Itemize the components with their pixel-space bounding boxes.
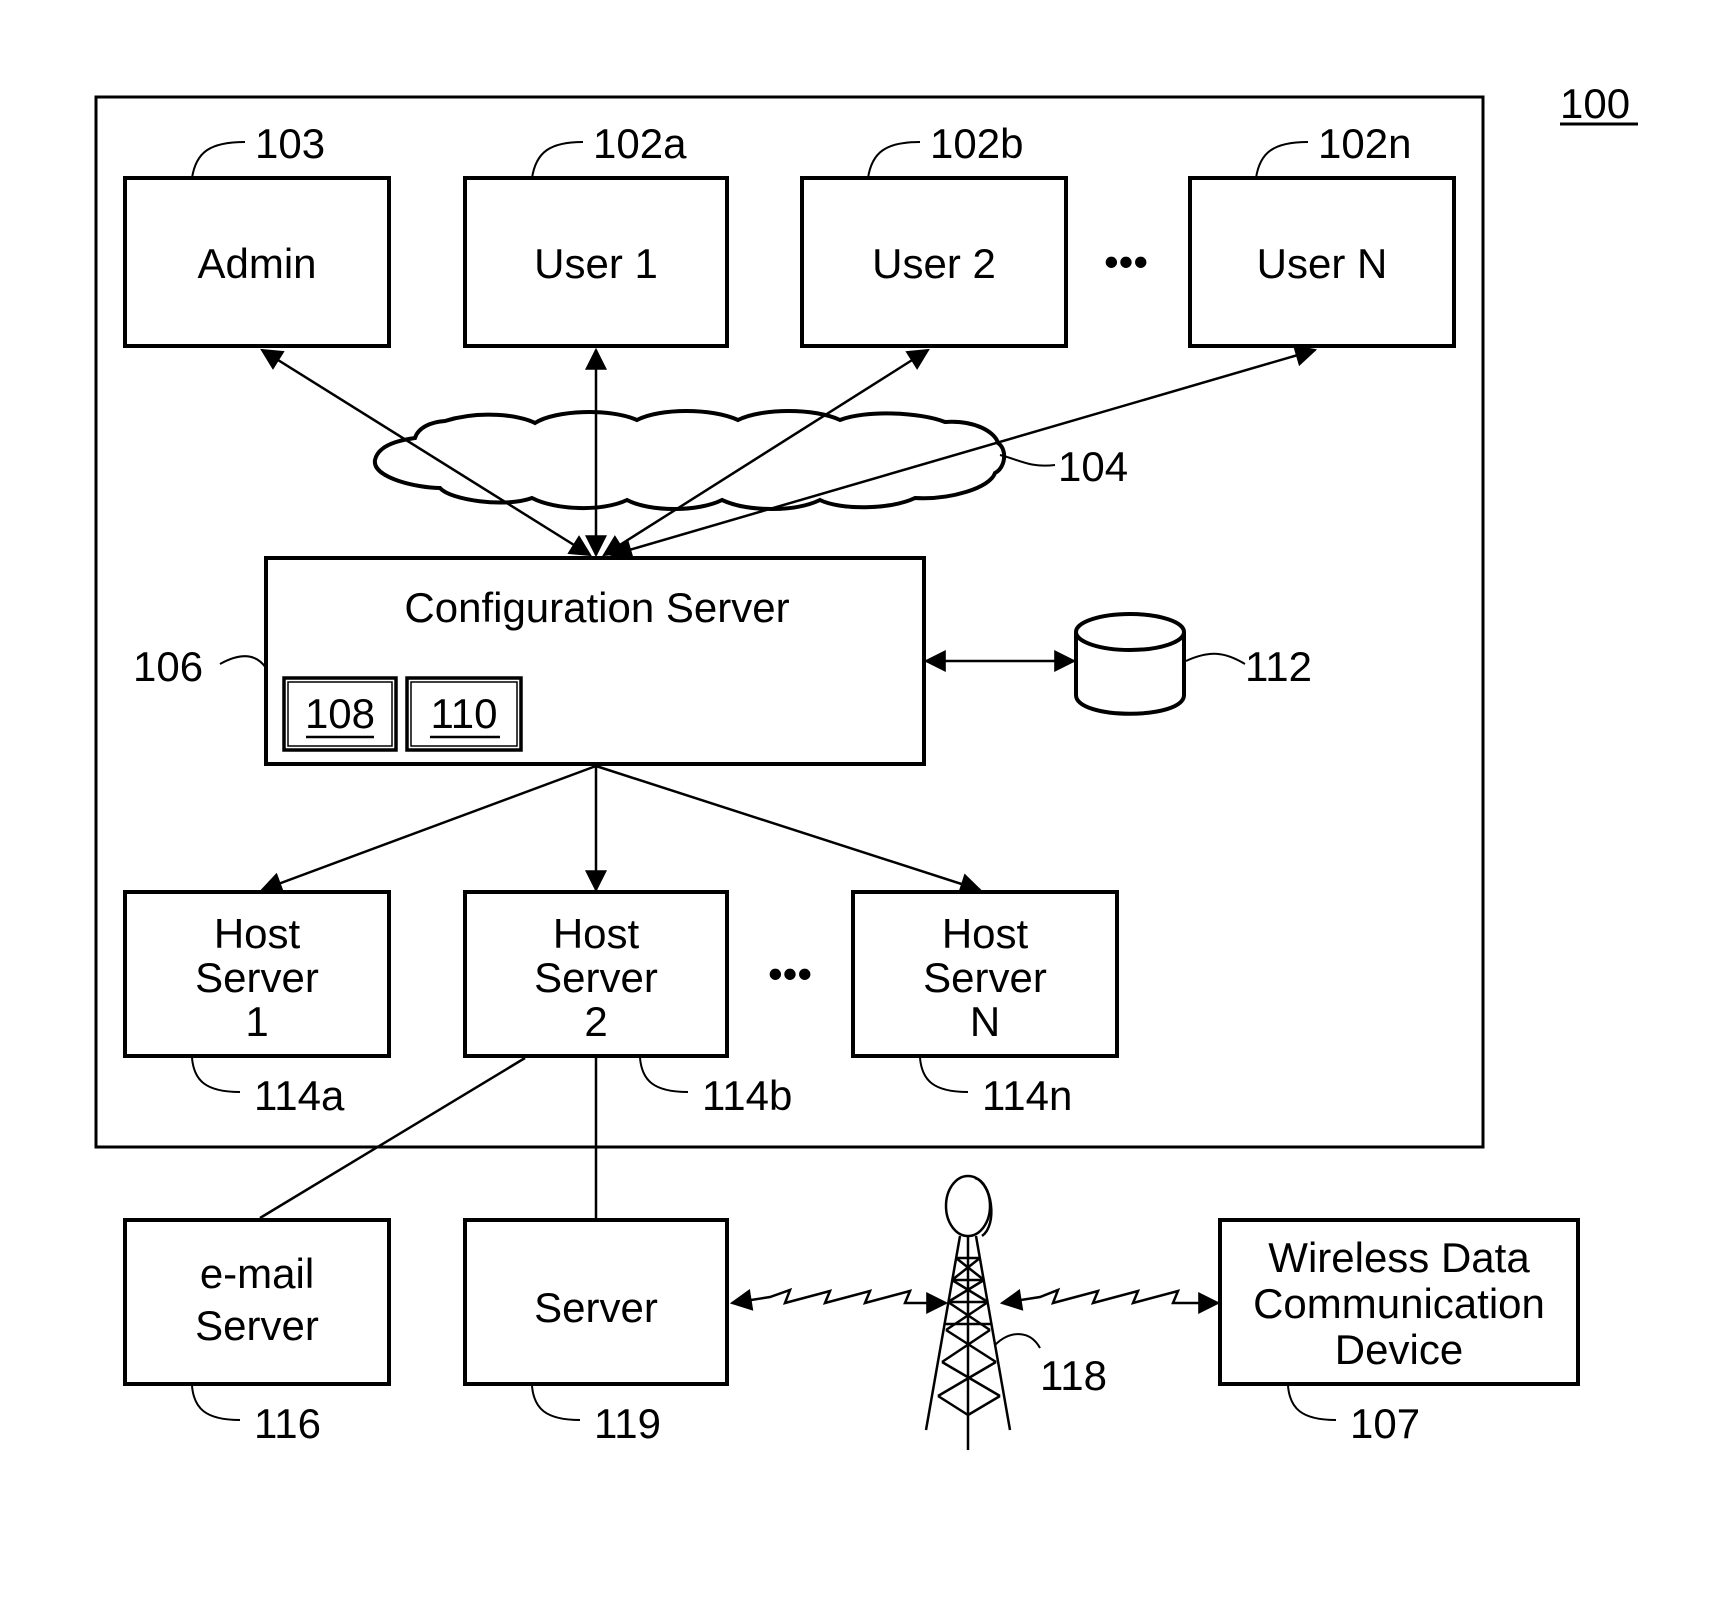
component-110-label: 110 (431, 690, 498, 737)
figure-number: 100 (1560, 80, 1630, 127)
email-leader (191, 1385, 241, 1421)
user1-label: User 1 (534, 240, 658, 287)
system-diagram: 100 Admin 103 User 1 102a User 2 102b ••… (94, 80, 1638, 1450)
email-line2: Server (195, 1302, 319, 1349)
tower-device-wireless-link (999, 1287, 1221, 1314)
configuration-server-node[interactable]: Configuration Server 108 110 (264, 556, 926, 766)
user2-label: User 2 (872, 240, 996, 287)
wireless-device-node[interactable]: Wireless Data Communication Device (1218, 1218, 1580, 1386)
database-ref: 112 (1245, 643, 1312, 690)
database-leader (1185, 652, 1246, 665)
cell-tower-icon (924, 1174, 1012, 1450)
admin-node[interactable]: Admin (123, 176, 391, 348)
userN-ref: 102n (1318, 120, 1411, 167)
user1-node[interactable]: User 1 (463, 176, 729, 348)
host2-line1: Host (553, 910, 640, 957)
host1-line2: Server (195, 954, 319, 1001)
host2-line2: Server (534, 954, 658, 1001)
component-108[interactable]: 108 (282, 676, 398, 752)
network-leader (999, 454, 1056, 467)
hostN-ref: 114n (982, 1072, 1072, 1119)
configuration-server-label: Configuration Server (404, 584, 789, 631)
admin-ref: 103 (255, 120, 325, 167)
network-ref: 104 (1058, 443, 1128, 490)
userN-label: User N (1257, 240, 1388, 287)
host1-leader (191, 1057, 241, 1093)
host-server-N-node[interactable]: Host Server N (851, 890, 1119, 1058)
email-line1: e-mail (200, 1250, 314, 1297)
admin-label: Admin (197, 240, 316, 287)
host-server-1-node[interactable]: Host Server 1 (123, 890, 391, 1058)
config-host1-arrow (259, 764, 597, 894)
host2-ref: 114b (702, 1072, 792, 1119)
tower-ref: 118 (1040, 1352, 1107, 1399)
config-hostN-arrow (595, 764, 983, 895)
network-cloud-icon (373, 409, 1007, 511)
component-108-label: 108 (305, 690, 375, 737)
server-ref: 119 (594, 1400, 661, 1447)
user2-leader (867, 141, 921, 179)
host1-line1: Host (214, 910, 301, 957)
hostN-leader (919, 1057, 969, 1093)
hostN-line2: Server (923, 954, 1047, 1001)
tower-leader (994, 1333, 1041, 1349)
host2-leader (639, 1057, 689, 1093)
device-leader (1287, 1385, 1337, 1421)
server-tower-wireless-link (729, 1287, 949, 1314)
host1-ref: 114a (254, 1072, 345, 1119)
server-leader (531, 1385, 581, 1421)
device-line2: Communication (1253, 1280, 1545, 1327)
device-line1: Wireless Data (1268, 1234, 1530, 1281)
host2-line3: 2 (584, 998, 607, 1045)
device-ref: 107 (1350, 1400, 1420, 1447)
hostN-line3: N (970, 998, 1000, 1045)
config-server-ref: 106 (133, 643, 203, 690)
email-ref: 116 (254, 1400, 321, 1447)
host-server-2-node[interactable]: Host Server 2 (463, 890, 729, 1058)
device-line3: Device (1335, 1326, 1463, 1373)
server-label: Server (534, 1284, 658, 1331)
user1-ref: 102a (593, 120, 687, 167)
config-server-leader (219, 655, 267, 669)
host-ellipsis: ••• (768, 950, 812, 997)
component-110[interactable]: 110 (405, 676, 523, 752)
userN-leader (1255, 141, 1309, 179)
user-ellipsis: ••• (1104, 238, 1148, 285)
hostN-line1: Host (942, 910, 1029, 957)
email-server-node[interactable]: e-mail Server (123, 1218, 391, 1386)
host1-line3: 1 (245, 998, 268, 1045)
admin-leader (191, 141, 246, 179)
user2-node[interactable]: User 2 (800, 176, 1068, 348)
user2-ref: 102b (930, 120, 1023, 167)
database-icon[interactable] (1074, 612, 1186, 716)
userN-node[interactable]: User N (1188, 176, 1456, 348)
server-node[interactable]: Server (463, 1218, 729, 1386)
user1-leader (531, 141, 584, 179)
